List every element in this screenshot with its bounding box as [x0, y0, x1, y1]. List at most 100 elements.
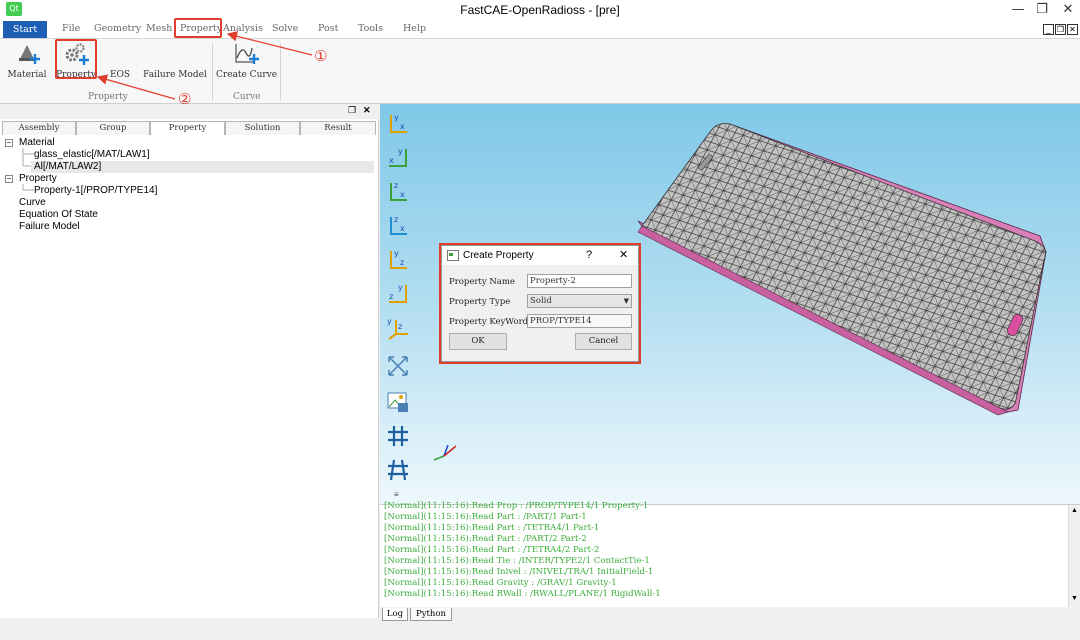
console-scrollbar[interactable]: ▲ ▼ — [1068, 505, 1080, 608]
highlight-property-button — [55, 39, 97, 79]
mesh-edge-icon[interactable] — [386, 458, 410, 482]
panel-tabs: Assembly Group Property Solution Result — [2, 121, 376, 135]
log-console: [Normal](11:15:16):Read Prop : /PROP/TYP… — [380, 501, 1080, 608]
group-label-property: Property — [88, 92, 128, 102]
menu-file[interactable]: File — [62, 23, 80, 34]
log-line: [Normal](11:15:16):Read Part : /PART/1 P… — [384, 512, 587, 522]
create-curve-button[interactable]: Create Curve — [216, 40, 277, 88]
eos-icon — [106, 42, 134, 66]
ribbon-toolbar: Material Property EOS Failure Model Prop… — [0, 39, 1080, 104]
group-label-curve: Curve — [233, 92, 261, 102]
svg-text:z: z — [398, 322, 402, 331]
tree-item-failure-model[interactable]: Failure Model — [19, 221, 80, 233]
menu-help[interactable]: Help — [403, 23, 426, 34]
model-tree-panel: ❐ ✕ Assembly Group Property Solution Res… — [0, 104, 379, 618]
dialog-app-icon — [447, 250, 459, 261]
group-separator — [280, 43, 281, 101]
log-line: [Normal](11:15:16):Read Part : /TETRA4/1… — [384, 523, 600, 533]
property-type-value: Solid — [530, 296, 552, 306]
property-type-select[interactable]: Solid ▼ — [527, 294, 632, 308]
view-yz-icon[interactable]: yz — [386, 248, 410, 272]
view-yx-icon[interactable]: yx — [386, 146, 410, 170]
log-line: [Normal](11:15:16):Read Gravity : /GRAV/… — [384, 578, 617, 588]
scroll-down-icon[interactable]: ▼ — [1071, 595, 1078, 602]
mesh-grid-icon[interactable] — [386, 424, 410, 448]
tab-solution[interactable]: Solution — [225, 121, 300, 135]
svg-text:x: x — [400, 224, 405, 233]
failure-model-label: Failure Model — [143, 70, 207, 80]
svg-text:x: x — [400, 122, 405, 131]
mdi-minimize-button[interactable]: _ — [1043, 24, 1054, 35]
callout-1: ① — [314, 47, 328, 65]
highlight-menu-property — [174, 18, 222, 38]
property-keyword-label: Property KeyWord — [449, 317, 529, 327]
material-icon — [19, 45, 40, 64]
view-iso-icon[interactable]: yz — [386, 316, 410, 340]
material-label: Material — [7, 70, 47, 80]
view-xy-icon[interactable]: yx — [386, 112, 410, 136]
scroll-up-icon[interactable]: ▲ — [1071, 507, 1078, 514]
tab-property[interactable]: Property — [150, 121, 225, 135]
property-name-input[interactable]: Property-2 — [527, 274, 632, 288]
svg-text:y: y — [398, 283, 403, 292]
axes-triad-icon — [433, 444, 457, 461]
svg-text:y: y — [394, 249, 399, 258]
svg-text:y: y — [387, 317, 392, 326]
tree-item-material-glass[interactable]: glass_elastic[/MAT/LAW1] — [34, 149, 150, 161]
tree-item-eos[interactable]: Equation Of State — [19, 209, 98, 221]
dialog-help-button[interactable]: ? — [586, 246, 592, 265]
close-button[interactable]: ✕ — [1053, 0, 1080, 20]
tab-assembly[interactable]: Assembly — [2, 121, 76, 135]
save-image-icon[interactable] — [386, 390, 410, 414]
title-bar: Qt FastCAE-OpenRadioss - [pre] — ❐ ✕ — [0, 0, 1080, 22]
group-separator — [212, 43, 213, 101]
tab-python[interactable]: Python — [410, 608, 452, 621]
svg-text:y: y — [394, 113, 399, 122]
tree-item-material-al[interactable]: Al[/MAT/LAW2] — [31, 161, 374, 173]
mdi-restore-button[interactable]: ❐ — [1055, 24, 1066, 35]
tab-group[interactable]: Group — [76, 121, 150, 135]
panel-close-button[interactable]: ✕ — [363, 105, 371, 116]
menu-geometry[interactable]: Geometry — [94, 23, 141, 34]
menu-start[interactable]: Start — [3, 21, 47, 38]
menu-solve[interactable]: Solve — [272, 23, 298, 34]
mdi-close-button[interactable]: ✕ — [1067, 24, 1078, 35]
view-zx-icon[interactable]: zx — [386, 180, 410, 204]
eos-button[interactable]: EOS — [106, 40, 134, 88]
failure-model-button[interactable]: Failure Model — [143, 40, 207, 88]
view-xz-icon[interactable]: zx — [386, 214, 410, 238]
menu-mesh[interactable]: Mesh — [146, 23, 172, 34]
svg-text:z: z — [389, 292, 393, 301]
collapse-property-toggle[interactable]: − — [5, 175, 13, 183]
fit-view-icon[interactable] — [386, 354, 410, 378]
property-type-label: Property Type — [449, 297, 511, 307]
cancel-button[interactable]: Cancel — [575, 333, 632, 350]
view-zy-icon[interactable]: yz — [386, 282, 410, 306]
panel-header: ❐ ✕ — [0, 104, 379, 119]
tree-item-curve[interactable]: Curve — [19, 197, 46, 209]
console-tabs: Log Python — [380, 607, 1080, 621]
dialog-title-bar: Create Property ? ✕ — [442, 246, 638, 265]
create-property-dialog: Create Property ? ✕ Property Name Proper… — [441, 245, 639, 362]
dialog-close-button[interactable]: ✕ — [619, 246, 628, 265]
tree-item-property-1[interactable]: Property-1[/PROP/TYPE14] — [34, 185, 157, 197]
chevron-down-icon: ▼ — [623, 297, 629, 305]
material-button[interactable]: Material — [6, 40, 48, 88]
log-line: [Normal](11:15:16):Read Inivel : /INIVEL… — [384, 567, 654, 577]
toolbar-more-icon[interactable]: ≡ — [394, 490, 399, 499]
menu-analysis[interactable]: Analysis — [223, 23, 263, 34]
menu-post[interactable]: Post — [318, 23, 338, 34]
log-line: [Normal](11:15:16):Read Prop : /PROP/TYP… — [384, 501, 649, 511]
log-line: [Normal](11:15:16):Read Part : /PART/2 P… — [384, 534, 587, 544]
window-title: FastCAE-OpenRadioss - [pre] — [460, 3, 620, 17]
log-line: [Normal](11:15:16):Read Part : /TETRA4/2… — [384, 545, 600, 555]
svg-text:z: z — [394, 181, 398, 190]
menu-tools[interactable]: Tools — [358, 23, 383, 34]
property-keyword-field[interactable]: PROP/TYPE14 — [527, 314, 632, 328]
tab-result[interactable]: Result — [300, 121, 376, 135]
panel-float-button[interactable]: ❐ — [348, 105, 356, 116]
collapse-material-toggle[interactable]: − — [5, 139, 13, 147]
svg-text:x: x — [389, 156, 394, 165]
ok-button[interactable]: OK — [449, 333, 507, 350]
tab-log[interactable]: Log — [382, 608, 408, 621]
